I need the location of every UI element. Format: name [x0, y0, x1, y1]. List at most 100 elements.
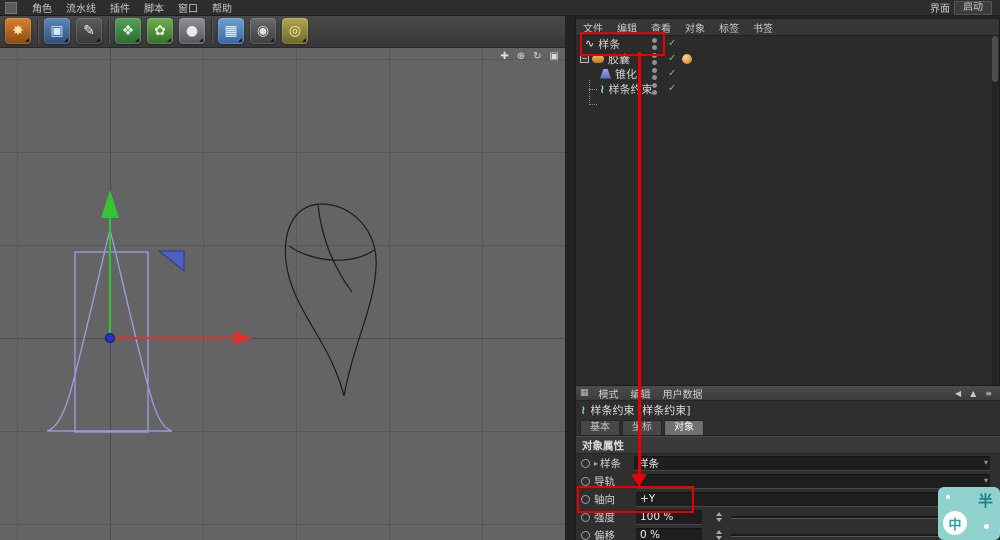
spline-link-field[interactable]: 样条 ▾	[634, 455, 990, 471]
strength-row: 强度 100 %	[576, 508, 1000, 526]
enabled-check-icon[interactable]: ✓	[668, 38, 676, 49]
anim-dot-icon[interactable]	[581, 494, 590, 504]
floor-grid-icon[interactable]: ▦	[218, 18, 244, 44]
taper-deformer-icon	[600, 68, 611, 79]
menu-help[interactable]: 帮助	[205, 0, 239, 15]
tree-label-taper: 锥化	[615, 67, 637, 81]
link-menu-icon[interactable]: ▾	[984, 476, 988, 485]
anim-dot-icon[interactable]	[581, 476, 590, 486]
offset-spinner[interactable]	[714, 529, 723, 540]
menu-script[interactable]: 脚本	[137, 0, 171, 15]
tree-row-spline-wrap[interactable]: ≀ 样条约束 ✓	[576, 81, 999, 96]
viewport-nav-controls: ✚ ⊕ ↻ ▣	[500, 51, 559, 62]
visibility-dots[interactable]	[652, 67, 657, 80]
tree-label-spline-wrap: 样条约束	[608, 82, 653, 96]
strength-spinner[interactable]	[714, 511, 723, 524]
selection-triangle[interactable]	[157, 250, 185, 273]
y-axis-arrowhead[interactable]	[101, 190, 119, 218]
object-properties-header: 对象属性	[576, 436, 1000, 454]
mode-grid-icon[interactable]: ▦	[580, 388, 589, 398]
collapse-expander-icon[interactable]: −	[580, 54, 589, 63]
panel-menu-icon[interactable]: ≡	[985, 389, 992, 398]
tree-row-spline[interactable]: ∿ 样条 ✓	[576, 36, 999, 51]
menu-window[interactable]: 窗口	[171, 0, 205, 15]
rail-link-field[interactable]: ▾	[636, 473, 990, 489]
array-cubes-icon[interactable]: ❖	[115, 18, 141, 44]
axis-row: 轴向 +Y ▾	[576, 490, 1000, 508]
menu-plugins[interactable]: 插件	[103, 0, 137, 15]
app-icon[interactable]	[5, 1, 17, 14]
enabled-check-icon[interactable]: ✓	[668, 83, 676, 94]
sphere-deformer-icon[interactable]: ●	[179, 18, 205, 44]
menu-pipeline[interactable]: 流水线	[59, 0, 103, 15]
offset-value: 0 %	[640, 529, 660, 540]
nav-up-icon[interactable]: ▲	[970, 389, 976, 398]
origin-point[interactable]	[105, 333, 115, 343]
camera-icon[interactable]: ◉	[250, 18, 276, 44]
maximize-icon[interactable]: ▣	[550, 51, 559, 62]
c4d-window: 角色 流水线 插件 脚本 窗口 帮助 界面 启动 ✸ ▣ ✎ ❖ ✿ ● ▦ ◉…	[0, 0, 1000, 540]
watermark-dot	[984, 524, 989, 529]
spline-object-icon: ∿	[585, 37, 595, 50]
enabled-check-icon[interactable]: ✓	[668, 68, 676, 79]
toolbar-separator	[211, 19, 212, 43]
tab-object[interactable]: 对象	[664, 420, 704, 435]
nav-back-icon[interactable]: ◀	[955, 389, 961, 398]
section-label: 对象属性	[582, 439, 624, 452]
tree-row-taper[interactable]: 锥化 ✓	[576, 66, 999, 81]
anim-dot-icon[interactable]	[581, 530, 590, 540]
strength-field-label: 强度	[594, 511, 615, 524]
tab-basic[interactable]: 基本	[580, 420, 620, 435]
main-menubar: 角色 流水线 插件 脚本 窗口 帮助 界面 启动	[0, 0, 1000, 16]
anim-dot-icon[interactable]	[581, 458, 590, 468]
toolbar: ✸ ▣ ✎ ❖ ✿ ● ▦ ◉ ◎	[0, 15, 565, 48]
om-menu-file[interactable]: 文件	[576, 20, 610, 35]
attribute-title-row: ≀ 样条约束 [样条约束]	[576, 401, 1000, 418]
tree-row-capsule[interactable]: − 胶囊 ✓	[576, 51, 999, 66]
viewport[interactable]: ✚ ⊕ ↻ ▣	[0, 48, 565, 540]
light-icon[interactable]: ◎	[282, 18, 308, 44]
om-menu-tags[interactable]: 标签	[712, 20, 746, 35]
tree-label-spline: 样条	[598, 37, 621, 51]
watermark-dot	[946, 495, 950, 499]
phong-tag-icon[interactable]	[682, 53, 692, 64]
spline-link-row: ▸ 样条 样条 ▾	[576, 454, 1000, 472]
viewport-canvas	[46, 190, 377, 433]
pan-icon[interactable]: ✚	[500, 51, 508, 62]
tab-coordinates[interactable]: 坐标	[622, 420, 662, 435]
strength-value: 100 %	[640, 511, 674, 523]
row-expander-icon[interactable]: ▸	[594, 459, 598, 468]
attribute-modebar: ▦ 模式 编辑 用户数据 ◀ ▲ ≡	[576, 386, 1000, 401]
om-menu-objects[interactable]: 对象	[678, 20, 712, 35]
layout-selector[interactable]: 启动	[954, 0, 992, 15]
mode-menu[interactable]: 模式	[593, 386, 625, 401]
axis-dropdown[interactable]: +Y ▾	[636, 491, 990, 507]
rotate-icon[interactable]: ↻	[533, 51, 541, 62]
strength-input[interactable]: 100 %	[636, 509, 702, 525]
link-menu-icon[interactable]: ▾	[984, 458, 988, 467]
visibility-dots[interactable]	[652, 37, 657, 50]
zoom-icon[interactable]: ⊕	[517, 51, 525, 62]
pinwheel-icon[interactable]: ✸	[5, 18, 31, 44]
tree-label-capsule: 胶囊	[608, 52, 630, 66]
mograph-flower-icon[interactable]: ✿	[147, 18, 173, 44]
attribute-tabs: 基本 坐标 对象	[576, 418, 1000, 436]
pen-icon[interactable]: ✎	[76, 18, 102, 44]
visibility-dots[interactable]	[652, 52, 657, 65]
visibility-dots[interactable]	[652, 82, 657, 95]
om-menu-view[interactable]: 查看	[644, 20, 678, 35]
offset-input[interactable]: 0 %	[636, 527, 702, 540]
om-menu-edit[interactable]: 编辑	[610, 20, 644, 35]
x-axis-arrowhead[interactable]	[234, 331, 252, 345]
userdata-menu[interactable]: 用户数据	[657, 386, 709, 401]
cube-icon[interactable]: ▣	[44, 18, 70, 44]
om-scrollbar[interactable]	[992, 36, 998, 385]
attribute-title: 样条约束 [样条约束]	[590, 403, 691, 417]
om-scrollbar-thumb[interactable]	[992, 36, 998, 82]
edit-menu[interactable]: 编辑	[625, 386, 657, 401]
enabled-check-icon[interactable]: ✓	[668, 53, 676, 64]
deformed-capsule-outline[interactable]	[284, 203, 377, 397]
om-menu-bookmarks[interactable]: 书签	[746, 20, 780, 35]
anim-dot-icon[interactable]	[581, 512, 590, 522]
menu-character[interactable]: 角色	[25, 0, 59, 15]
